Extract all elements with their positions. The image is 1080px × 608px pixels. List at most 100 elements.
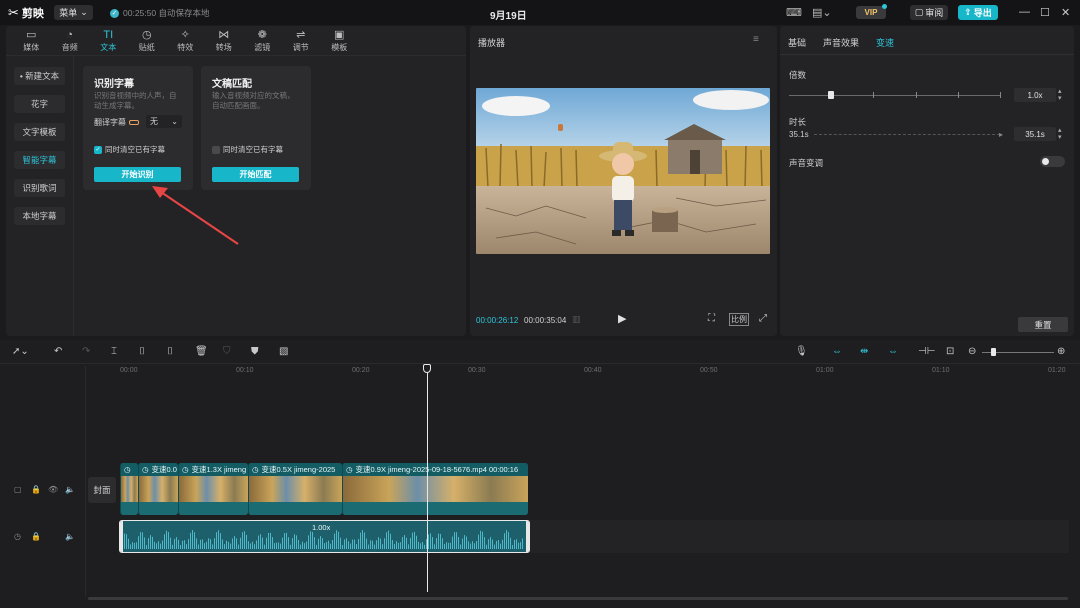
zoom-fit-icon[interactable]: ⊡: [946, 346, 954, 357]
tick-label: 01:20: [1048, 367, 1066, 374]
project-title[interactable]: 9月19日: [490, 7, 527, 22]
lock-icon[interactable]: 🔒: [31, 532, 41, 541]
tab-filters[interactable]: ❁ 滤镜: [243, 26, 282, 55]
stepper-icon[interactable]: ▴ ▾: [1058, 127, 1062, 141]
undo-icon[interactable]: ↶: [54, 346, 62, 357]
review-button[interactable]: ▢ 审阅: [910, 5, 948, 20]
video-preview[interactable]: [476, 88, 770, 254]
track-cover-icon[interactable]: ▢: [14, 485, 22, 494]
translate-language-select[interactable]: 无 ⌄: [146, 115, 182, 128]
video-clip[interactable]: ◷ 变速1.3X jimeng: [178, 463, 248, 515]
speaker-icon[interactable]: 🔈: [65, 532, 75, 541]
trim-right-icon[interactable]: ⌷: [167, 346, 173, 357]
video-clip[interactable]: ◷ 变速0.9X jimeng-2025-09-18-5676.mp4 00:00…: [342, 463, 528, 515]
capcut-logo-icon: ✂: [8, 5, 19, 20]
grid-icon[interactable]: ▥: [572, 314, 581, 325]
tab-audio[interactable]: ◔ 音频: [51, 26, 90, 55]
side-item-smart-captions[interactable]: 智能字幕: [14, 151, 65, 169]
voice-change-toggle[interactable]: [1040, 156, 1065, 167]
side-item-text-template[interactable]: 文字模板: [14, 123, 65, 141]
monitor-icon: ▢: [914, 7, 924, 17]
start-match-button[interactable]: 开始匹配: [212, 167, 299, 182]
tab-effects[interactable]: ✧ 特效: [166, 26, 205, 55]
minimize-icon[interactable]: —: [1019, 6, 1030, 18]
preview-axis-icon[interactable]: ⊣⊢: [918, 346, 935, 357]
close-icon[interactable]: ✕: [1061, 6, 1070, 19]
notification-dot: [882, 4, 887, 9]
delete-icon[interactable]: 🗑: [195, 346, 208, 357]
expand-icon[interactable]: ⤢: [759, 313, 767, 324]
trim-handle-right[interactable]: [526, 521, 529, 552]
fullscreen-capture-icon[interactable]: ⛶: [708, 313, 715, 324]
trim-handle-left[interactable]: [120, 521, 123, 552]
ratio-button[interactable]: 比例: [729, 313, 749, 326]
side-item-fancy-text[interactable]: 花字: [14, 95, 65, 113]
maximize-icon[interactable]: ☐: [1040, 6, 1050, 19]
side-item-new-text[interactable]: • 新建文本: [14, 67, 65, 85]
cover-button[interactable]: 封面: [88, 477, 116, 503]
select-cursor-icon[interactable]: ➚⌄: [12, 346, 29, 357]
translate-label: 翻译字幕: [94, 118, 126, 127]
zoom-in-icon[interactable]: ⊕: [1057, 346, 1065, 357]
freeze-icon[interactable]: ⛉: [223, 346, 231, 357]
play-icon[interactable]: ▶: [618, 312, 626, 325]
shield-icon[interactable]: ⛊: [251, 346, 259, 357]
tick-label: 00:00: [120, 367, 138, 374]
clip-label: ◷: [121, 463, 138, 476]
lock-icon[interactable]: 🔒: [31, 485, 41, 494]
clear-existing-checkbox[interactable]: 同时清空已有字幕: [212, 144, 283, 155]
checkbox-label: 同时清空已有字幕: [223, 145, 283, 154]
tab-stickers[interactable]: ◷ 贴纸: [128, 26, 167, 55]
video-clip[interactable]: ◷ 变速0.5X jimeng-2025: [248, 463, 342, 515]
image-edit-icon[interactable]: ▧: [279, 346, 288, 357]
main-track-magnet-icon[interactable]: ⇔: [832, 346, 842, 357]
time-ruler[interactable]: 00:00 00:10 00:20 00:30 00:40 00:50 01:0…: [118, 365, 1078, 377]
tab-text[interactable]: TI 文本: [89, 26, 128, 55]
tick-label: 00:40: [584, 367, 602, 374]
toggle-icon[interactable]: [129, 120, 139, 125]
tab-templates[interactable]: ▣ 模板: [320, 26, 359, 55]
start-recognize-button[interactable]: 开始识别: [94, 167, 181, 182]
speed-value-input[interactable]: 1.0x: [1014, 88, 1056, 102]
tab-media[interactable]: ▭ 媒体: [12, 26, 51, 55]
zoom-out-icon[interactable]: ⊖: [968, 346, 976, 357]
keyboard-icon[interactable]: ⌨: [786, 6, 802, 19]
eye-icon[interactable]: 👁: [48, 485, 58, 494]
tab-speed[interactable]: 变速: [876, 36, 894, 49]
total-time: 00:00:35:04: [524, 316, 567, 325]
tab-transitions[interactable]: ⋈ 转场: [205, 26, 244, 55]
menu-icon[interactable]: ≡: [753, 34, 759, 45]
side-item-lyrics[interactable]: 识别歌词: [14, 179, 65, 197]
linkage-icon[interactable]: ⇔: [888, 346, 898, 357]
microphone-icon[interactable]: 🎙: [795, 346, 808, 357]
timeline-scrollbar[interactable]: [88, 597, 1068, 600]
side-item-local-captions[interactable]: 本地字幕: [14, 207, 65, 225]
audio-clip[interactable]: 1.00x: [119, 520, 530, 553]
clear-existing-checkbox[interactable]: ✓ 同时清空已有字幕: [94, 144, 165, 155]
speaker-icon[interactable]: 🔈: [65, 485, 75, 494]
audio-track-icon[interactable]: ◷: [14, 532, 21, 541]
export-button[interactable]: ⇪ 导出: [958, 5, 998, 20]
redo-icon[interactable]: ↷: [82, 346, 90, 357]
card-description: 输入音视频对应的文稿，: [212, 91, 295, 100]
video-clip[interactable]: ◷ 变速0.0: [138, 463, 178, 515]
video-clip[interactable]: ◷: [120, 463, 138, 515]
layout-icon[interactable]: ▤⌄: [812, 6, 832, 19]
reset-button[interactable]: 重置: [1018, 317, 1068, 332]
auto-snap-icon[interactable]: ⇹: [860, 346, 868, 357]
playhead[interactable]: [427, 366, 428, 592]
stepper-icon[interactable]: ▴ ▾: [1058, 88, 1062, 102]
tab-sound-effect[interactable]: 声音效果: [823, 36, 859, 49]
tab-basic[interactable]: 基础: [788, 36, 806, 49]
speed-slider-track[interactable]: [789, 95, 1001, 96]
zoom-slider-handle[interactable]: [991, 348, 996, 356]
speed-slider-handle[interactable]: [828, 91, 834, 99]
playhead-handle[interactable]: [423, 364, 431, 373]
tab-adjust[interactable]: ⇌ 调节: [282, 26, 321, 55]
title-bar: ✂ 剪映 菜单 ⌄ ✓ 00:25:50 自动保存本地 9月19日 ⌨ ▤⌄ V…: [0, 0, 1080, 25]
duration-value-input[interactable]: 35.1s: [1014, 127, 1056, 141]
menu-button[interactable]: 菜单 ⌄: [54, 5, 93, 20]
trim-left-icon[interactable]: ⌷: [139, 346, 145, 357]
split-icon[interactable]: ⌶: [111, 346, 117, 357]
current-time: 00:00:26:12: [476, 316, 519, 325]
